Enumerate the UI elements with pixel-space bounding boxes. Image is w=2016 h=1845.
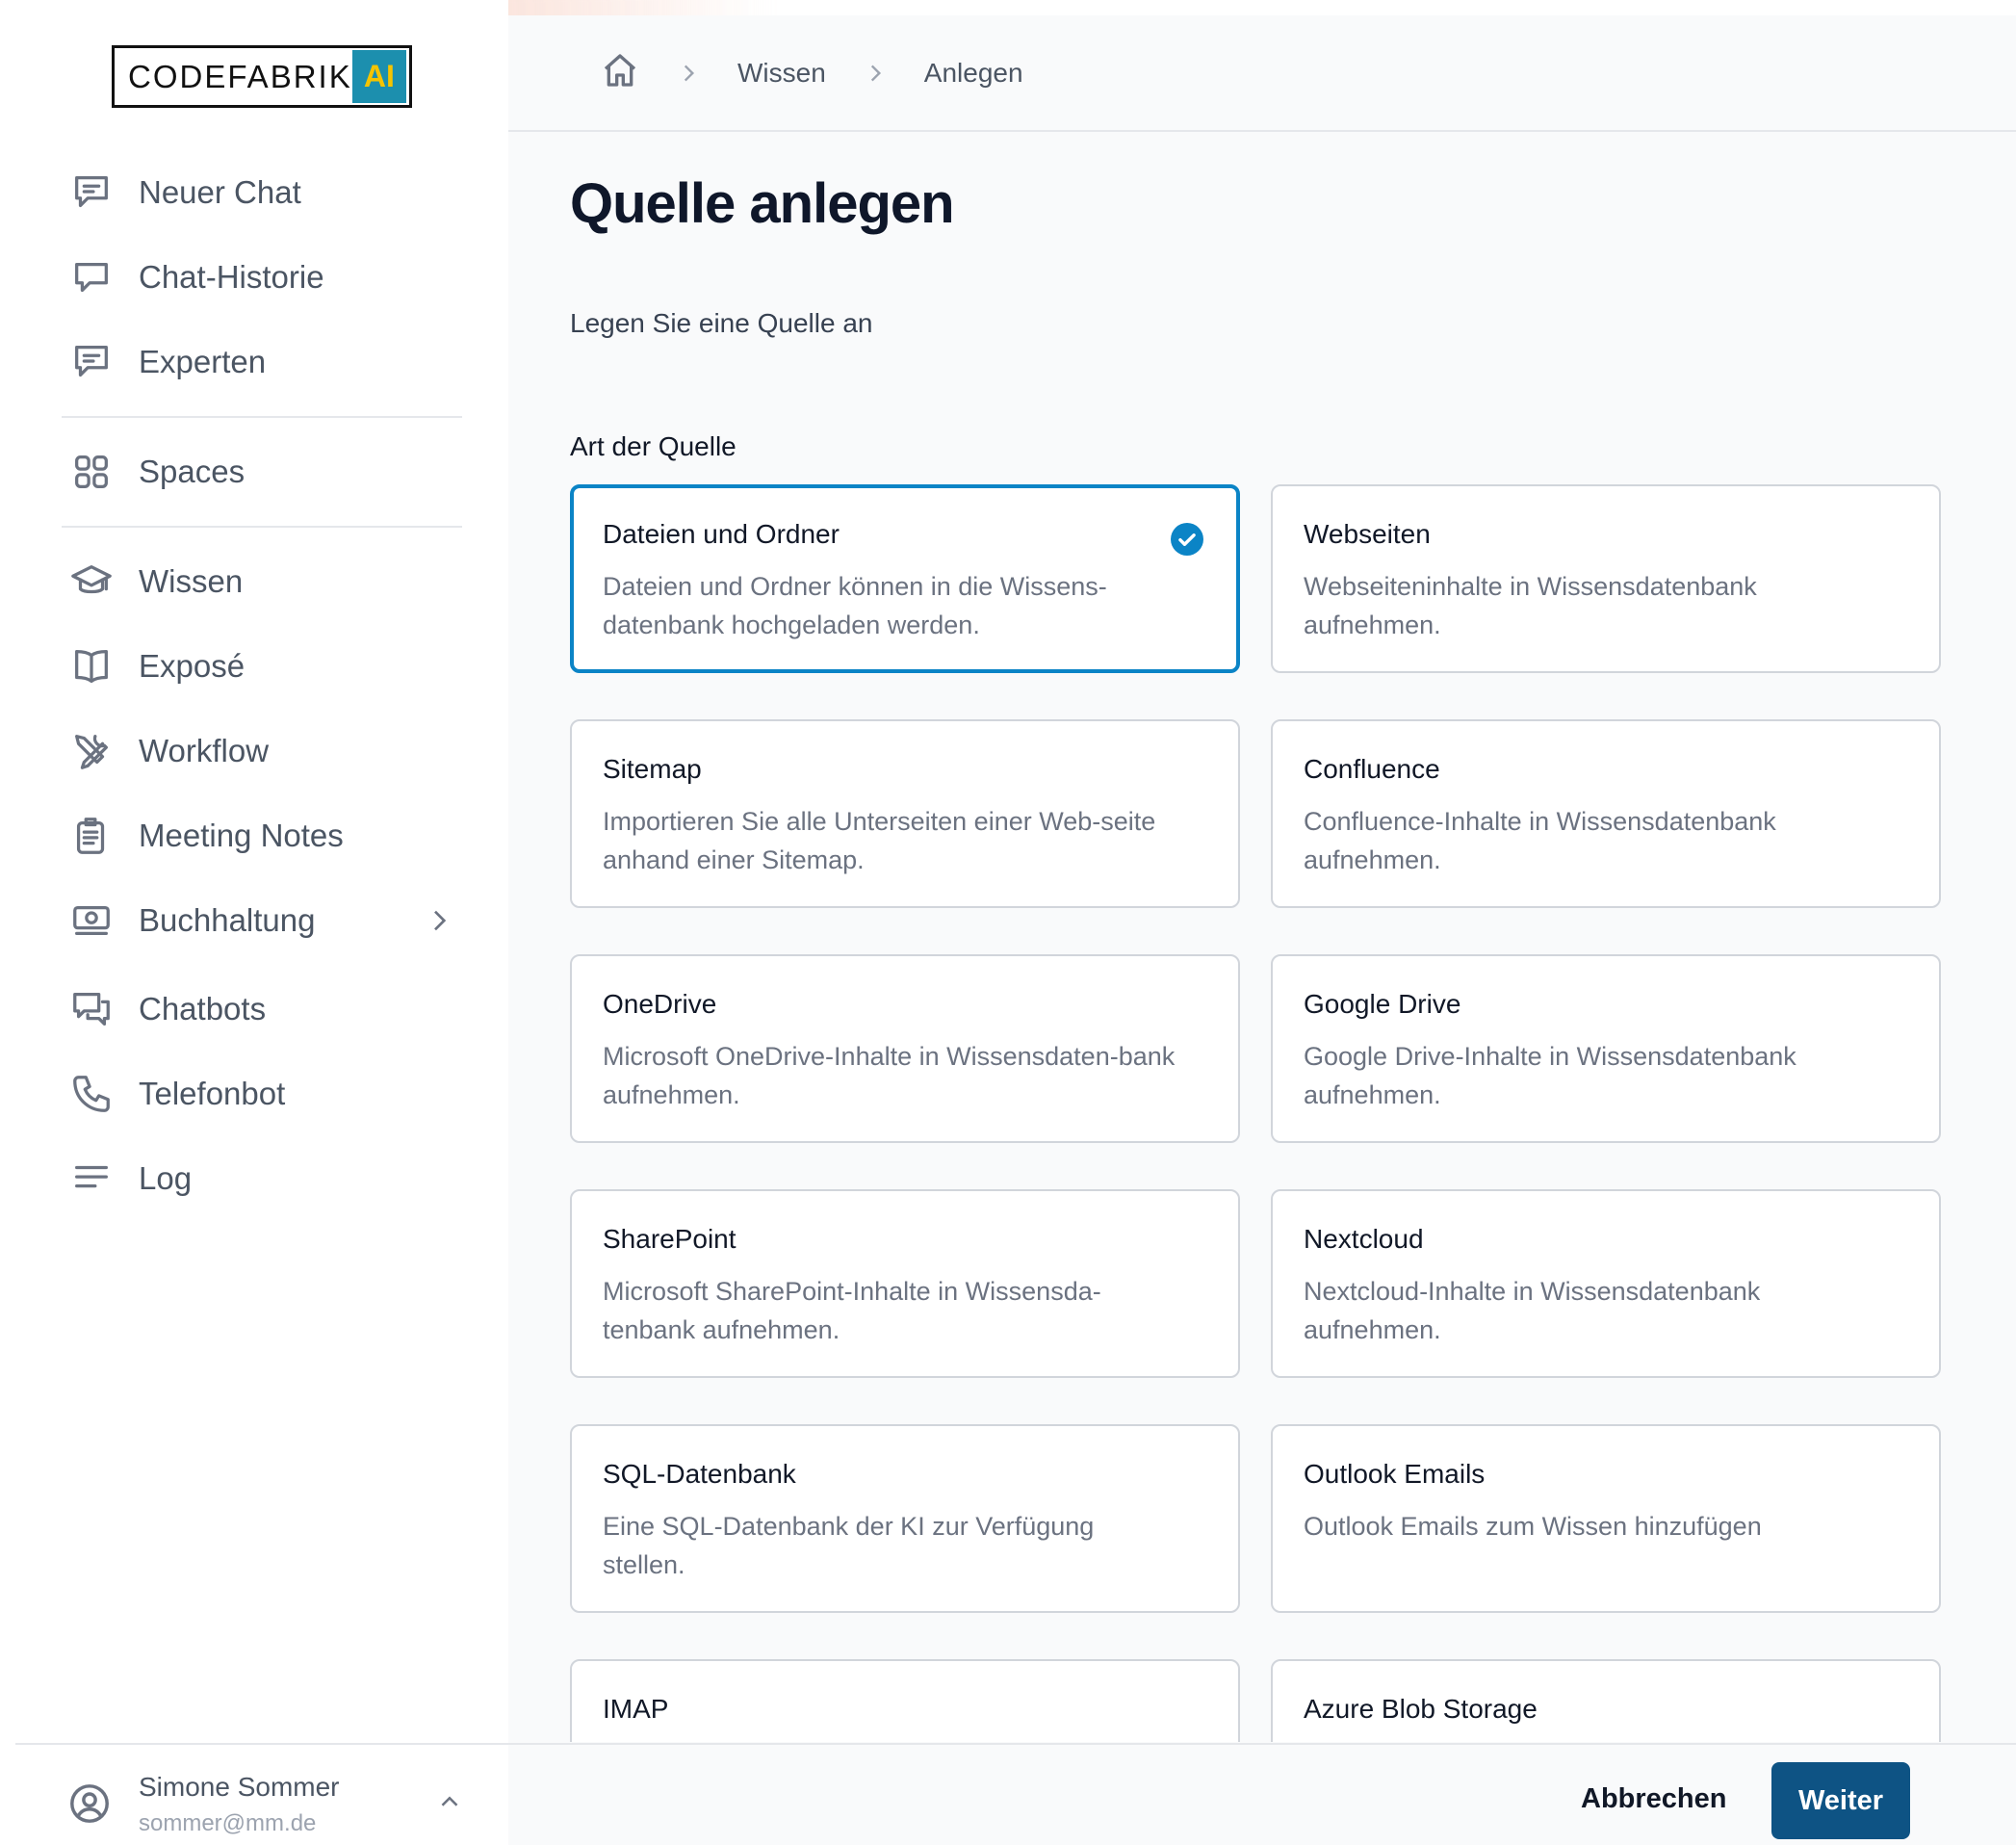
- source-option-dateien-und-ordner[interactable]: Dateien und Ordner Dateien und Ordner kö…: [570, 484, 1240, 673]
- chevron-right-icon[interactable]: [424, 905, 454, 936]
- clipboard-icon: [69, 814, 114, 858]
- source-option-description: Outlook Emails zum Wissen hinzufügen: [1304, 1512, 1762, 1541]
- sidebar-item-label: Log: [139, 1160, 193, 1196]
- user-email: sommer@mm.de: [139, 1810, 317, 1836]
- source-type-options: Dateien und Ordner Dateien und Ordner kö…: [570, 484, 1956, 1742]
- source-option-onedrive[interactable]: OneDrive Microsoft OneDrive-Inhalte in W…: [570, 954, 1240, 1143]
- chat-bubble-icon: [69, 255, 114, 299]
- sidebar-item-wissen[interactable]: Wissen: [69, 555, 464, 609]
- check-circle-icon: [1171, 523, 1203, 556]
- sidebar-item-label: Chat-Historie: [139, 259, 324, 295]
- graduation-cap-icon: [69, 559, 114, 604]
- source-option-webseiten[interactable]: Webseiten Webseiteninhalte in Wissensdat…: [1271, 484, 1941, 673]
- source-option-description: Microsoft OneDrive-Inhalte in Wissensdat…: [603, 1042, 1176, 1109]
- source-type-label: Art der Quelle: [570, 431, 737, 461]
- source-option-title: Confluence: [1304, 754, 1440, 784]
- app-window: CODEFABRIK AI Neuer Chat Chat-Historie E…: [0, 0, 2016, 1845]
- breadcrumb-current-anlegen[interactable]: Anlegen: [924, 58, 1023, 89]
- source-option-title: SQL-Datenbank: [603, 1459, 796, 1489]
- source-option-description: Dateien und Ordner können in die Wissens…: [603, 572, 1107, 639]
- breadcrumb-link-wissen[interactable]: Wissen: [737, 58, 826, 89]
- home-icon[interactable]: [601, 51, 639, 94]
- grid-icon: [69, 450, 114, 494]
- sidebar-item-label: Spaces: [139, 454, 246, 489]
- sidebar-item-label: Buchhaltung: [139, 902, 316, 938]
- user-name: Simone Sommer: [139, 1772, 340, 1802]
- source-option-title: Google Drive: [1304, 989, 1461, 1019]
- user-circle-icon: [67, 1781, 112, 1826]
- page-title: Quelle anlegen: [570, 172, 955, 235]
- source-option-title: OneDrive: [603, 989, 717, 1019]
- source-option-title: Sitemap: [603, 754, 702, 784]
- source-option-title: Azure Blob Storage: [1304, 1694, 1538, 1724]
- sidebar-item-label: Neuer Chat: [139, 174, 301, 210]
- sidebar-item-label: Workflow: [139, 733, 270, 768]
- sidebar-divider: [62, 416, 462, 418]
- logo-text: CODEFABRIK: [128, 58, 352, 94]
- source-option-description: Nextcloud-Inhalte in Wissensdatenbank au…: [1304, 1277, 1761, 1344]
- logo-badge: AI: [351, 50, 406, 103]
- sidebar-item-expose[interactable]: Exposé: [69, 639, 464, 693]
- user-menu[interactable]: Simone Sommer sommer@mm.de: [15, 1743, 508, 1845]
- sidebar-item-chatbots[interactable]: Chatbots: [69, 982, 464, 1036]
- source-option-title: Dateien und Ordner: [603, 519, 840, 549]
- sidebar-item-label: Chatbots: [139, 991, 267, 1026]
- source-option-description: Confluence-Inhalte in Wissensdatenbank a…: [1304, 807, 1776, 874]
- source-option-confluence[interactable]: Confluence Confluence-Inhalte in Wissens…: [1271, 719, 1941, 908]
- sidebar-item-meeting-notes[interactable]: Meeting Notes: [69, 809, 464, 863]
- sidebar-item-workflow[interactable]: Workflow: [69, 724, 464, 778]
- sidebar-item-label: Telefonbot: [139, 1076, 286, 1111]
- main-content: Wissen Anlegen Quelle anlegen Legen Sie …: [508, 15, 2016, 1845]
- source-option-title: IMAP: [603, 1694, 669, 1724]
- source-option-title: Webseiten: [1304, 519, 1431, 549]
- source-option-description: Webseiteninhalte in Wissensdatenbank auf…: [1304, 572, 1757, 639]
- chevron-right-icon: [863, 61, 888, 86]
- source-option-description: Importieren Sie alle Unterseiten einer W…: [603, 807, 1156, 874]
- page-subtitle: Legen Sie eine Quelle an: [570, 308, 873, 338]
- sidebar-item-label: Meeting Notes: [139, 818, 344, 853]
- chevron-right-icon: [676, 61, 701, 86]
- book-open-icon: [69, 644, 114, 689]
- source-option-description: Eine SQL-Datenbank der KI zur Verfügung …: [603, 1512, 1095, 1579]
- sidebar-item-log[interactable]: Log: [69, 1152, 464, 1206]
- tools-icon: [69, 729, 114, 773]
- source-option-title: Nextcloud: [1304, 1224, 1424, 1254]
- source-option-description: Microsoft SharePoint-Inhalte in Wissensd…: [603, 1277, 1101, 1344]
- source-option-title: Outlook Emails: [1304, 1459, 1486, 1489]
- source-option-description: Google Drive-Inhalte in Wissensdatenbank…: [1304, 1042, 1796, 1109]
- sidebar-item-buchhaltung[interactable]: Buchhaltung: [69, 894, 464, 948]
- source-option-sharepoint[interactable]: SharePoint Microsoft SharePoint-Inhalte …: [570, 1189, 1240, 1378]
- source-option-nextcloud[interactable]: Nextcloud Nextcloud-Inhalte in Wissensda…: [1271, 1189, 1941, 1378]
- sidebar-item-neuer-chat[interactable]: Neuer Chat: [69, 166, 464, 220]
- next-button[interactable]: Weiter: [1771, 1762, 1910, 1839]
- sidebar-divider: [62, 526, 462, 528]
- sidebar-item-label: Wissen: [139, 563, 244, 599]
- breadcrumb: Wissen Anlegen: [508, 15, 2016, 132]
- lines-icon: [69, 1156, 114, 1201]
- source-option-outlook-emails[interactable]: Outlook Emails Outlook Emails zum Wissen…: [1271, 1424, 1941, 1613]
- source-option-title: SharePoint: [603, 1224, 737, 1254]
- banknotes-icon: [69, 898, 114, 943]
- source-option-imap[interactable]: IMAP: [570, 1659, 1240, 1742]
- cancel-button[interactable]: Abbrechen: [1564, 1770, 1744, 1828]
- source-option-azure-blob-storage[interactable]: Azure Blob Storage: [1271, 1659, 1941, 1742]
- chat-bubble-text-icon: [69, 340, 114, 384]
- sidebar-item-label: Exposé: [139, 648, 246, 684]
- sidebar-item-experten[interactable]: Experten: [69, 335, 464, 389]
- source-option-google-drive[interactable]: Google Drive Google Drive-Inhalte in Wis…: [1271, 954, 1941, 1143]
- chevron-up-icon[interactable]: [435, 1787, 464, 1816]
- sidebar-item-spaces[interactable]: Spaces: [69, 445, 464, 499]
- chat-bubble-text-icon: [69, 170, 114, 215]
- source-option-sql-datenbank[interactable]: SQL-Datenbank Eine SQL-Datenbank der KI …: [570, 1424, 1240, 1613]
- sidebar-item-label: Experten: [139, 344, 267, 379]
- sidebar-item-chat-historie[interactable]: Chat-Historie: [69, 250, 464, 304]
- sidebar-item-telefonbot[interactable]: Telefonbot: [69, 1067, 464, 1121]
- logo[interactable]: CODEFABRIK AI: [112, 45, 412, 108]
- phone-icon: [69, 1072, 114, 1116]
- source-option-sitemap[interactable]: Sitemap Importieren Sie alle Unterseiten…: [570, 719, 1240, 908]
- form-footer: Abbrechen Weiter: [508, 1743, 2016, 1845]
- sidebar: CODEFABRIK AI Neuer Chat Chat-Historie E…: [0, 0, 508, 1845]
- chat-bubbles-icon: [69, 987, 114, 1031]
